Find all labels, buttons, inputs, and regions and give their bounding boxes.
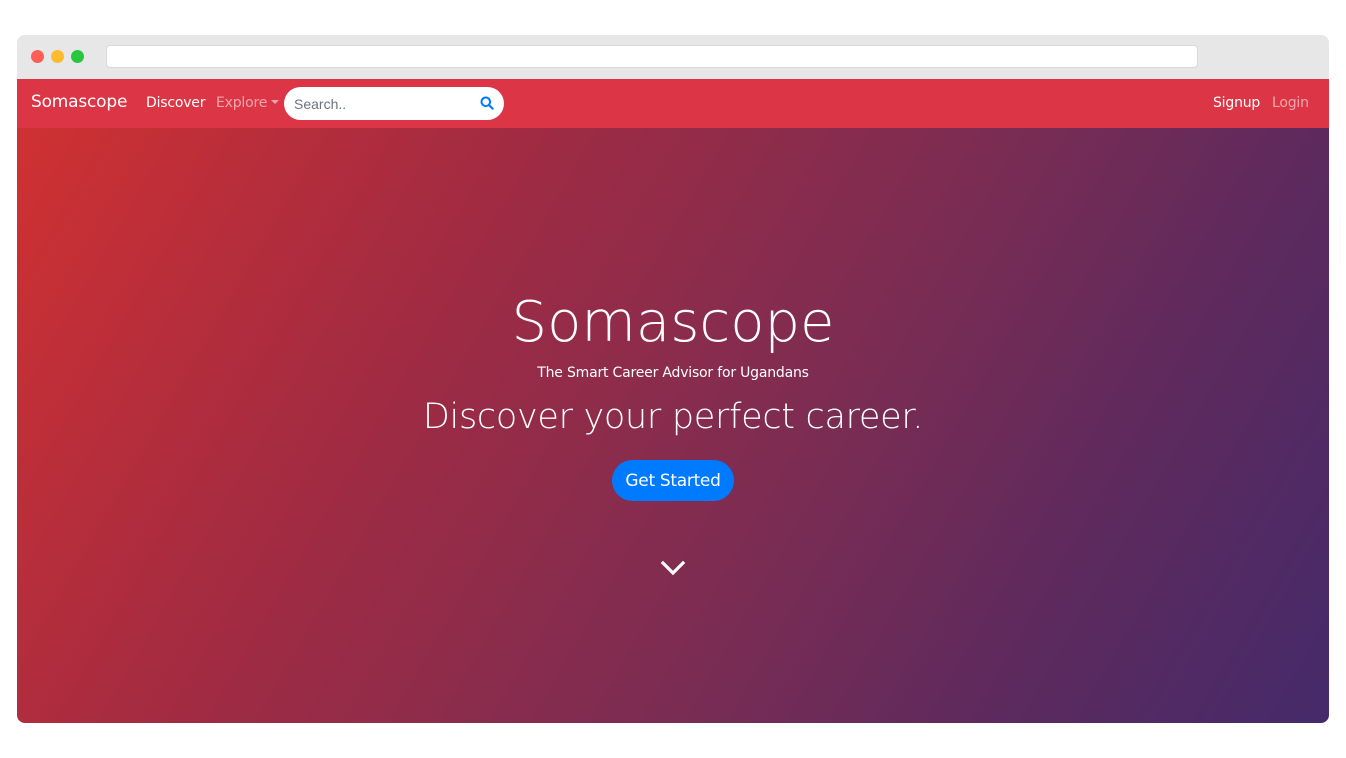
minimize-window-button[interactable] xyxy=(51,50,64,63)
navbar: Somascope Discover Explore Signup Login xyxy=(17,79,1329,128)
hero-lead: Discover your perfect career. xyxy=(422,397,924,437)
close-window-button[interactable] xyxy=(31,50,44,63)
chevron-down-icon[interactable] xyxy=(658,558,688,578)
browser-titlebar xyxy=(17,35,1329,79)
address-bar[interactable] xyxy=(106,45,1198,68)
search-box xyxy=(284,87,504,120)
browser-window: Somascope Discover Explore Signup Login … xyxy=(17,35,1329,723)
nav-signup-link[interactable]: Signup xyxy=(1213,95,1260,111)
nav-explore-dropdown[interactable]: Explore xyxy=(216,95,280,111)
search-input[interactable] xyxy=(294,94,464,114)
nav-discover-link[interactable]: Discover xyxy=(146,95,205,111)
caret-down-icon xyxy=(271,100,280,104)
hero-subtitle: The Smart Career Advisor for Ugandans xyxy=(537,365,809,381)
hero-title: Somascope xyxy=(511,290,835,355)
nav-login-link[interactable]: Login xyxy=(1272,95,1309,111)
maximize-window-button[interactable] xyxy=(71,50,84,63)
nav-explore-label: Explore xyxy=(216,95,268,111)
get-started-button[interactable]: Get Started xyxy=(612,460,734,501)
brand-logo-link[interactable]: Somascope xyxy=(31,92,127,112)
hero-section: Somascope The Smart Career Advisor for U… xyxy=(17,128,1329,723)
search-icon[interactable] xyxy=(480,96,494,110)
